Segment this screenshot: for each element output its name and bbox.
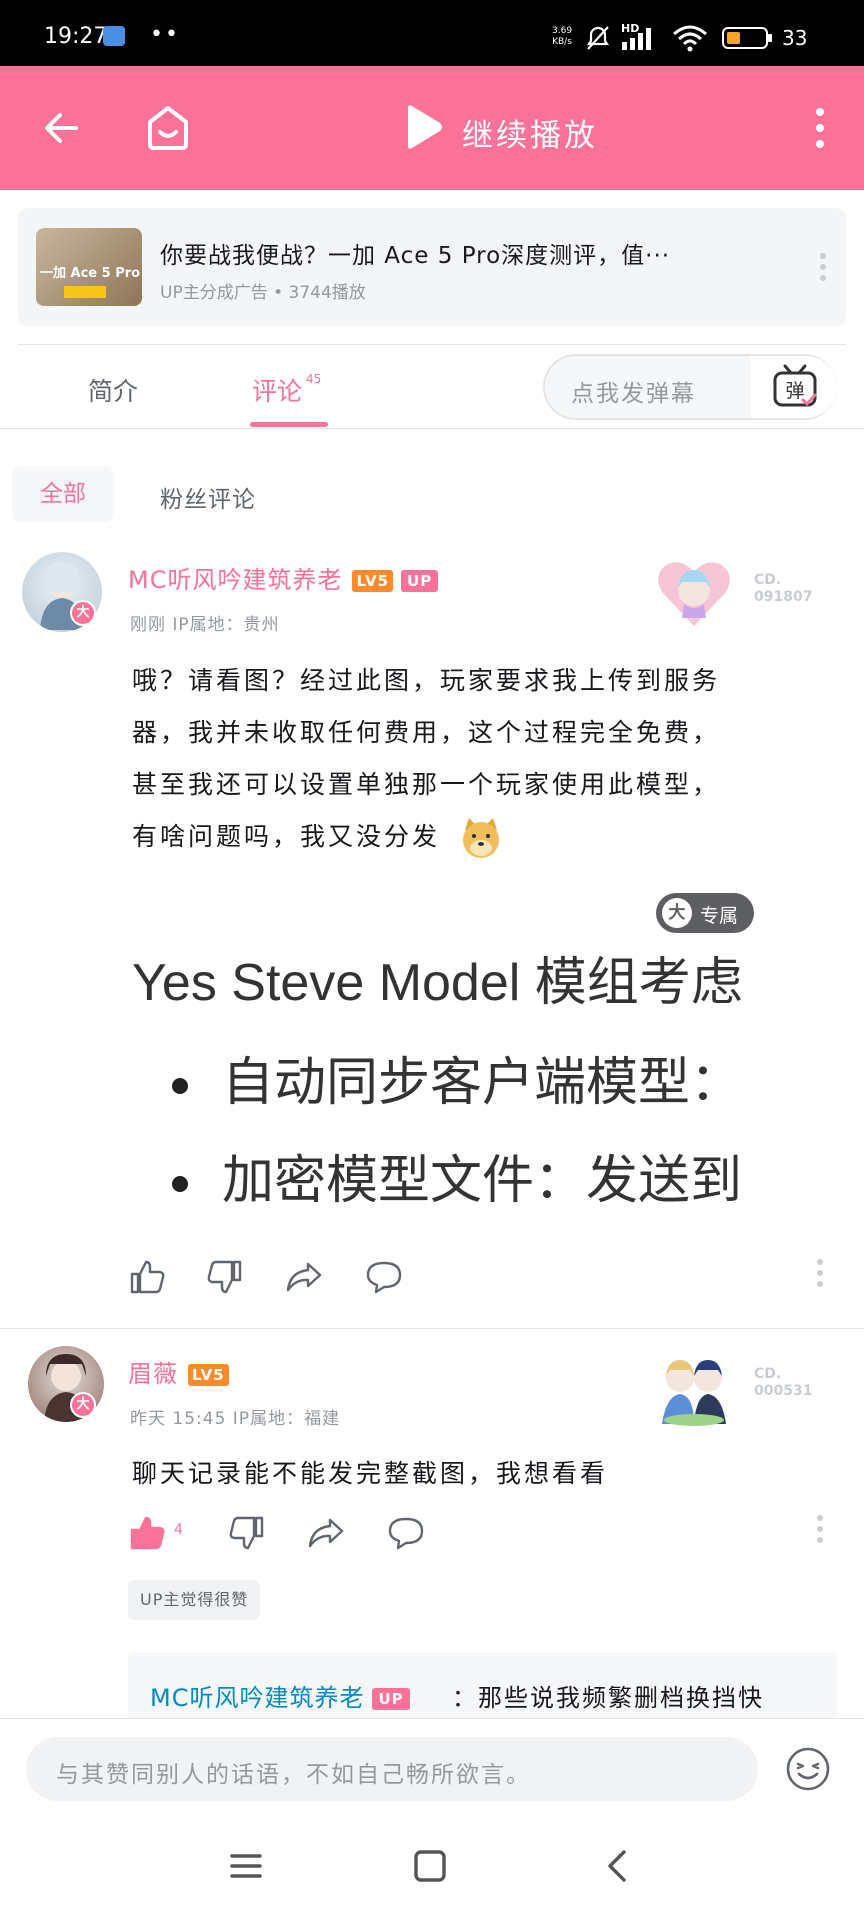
- net-speed: 3.69 KB/s: [552, 26, 573, 47]
- wifi-icon: [673, 25, 707, 52]
- ad-title: 你要战我便战？一加 Ace 5 Pro深度测评，值···: [160, 243, 671, 269]
- battery-icon: [722, 27, 772, 49]
- dislike-icon[interactable]: [206, 1258, 244, 1296]
- up-favored-tag: UP主觉得很赞: [128, 1580, 261, 1620]
- reply-text: ：那些说我频繁删档换挡快: [452, 1684, 764, 1712]
- ad-meta: UP主分成广告 • 3744播放: [160, 283, 366, 303]
- comment-text: 聊天记录能不能发完整截图，我想看看: [132, 1459, 609, 1488]
- level-badge: LV5: [352, 570, 394, 592]
- danmaku-tv-icon: 弹: [773, 364, 817, 407]
- reply-username[interactable]: MC听风吟建筑养老 UP: [150, 1678, 410, 1713]
- comment-meta: 昨天 15:45 IP属地：福建: [130, 1409, 341, 1429]
- reply-icon[interactable]: [364, 1258, 404, 1296]
- danmaku-input[interactable]: 点我发弹幕 弹: [543, 354, 837, 420]
- comment-more-icon[interactable]: [816, 1258, 824, 1288]
- comment-count: 45: [306, 372, 322, 386]
- ad-more-icon[interactable]: [818, 252, 828, 282]
- reply-icon[interactable]: [386, 1514, 426, 1552]
- comment-username[interactable]: 眉薇 LV5: [128, 1354, 229, 1389]
- avatar-badge: 大: [70, 1392, 96, 1418]
- exclusive-badge: 大 专属: [656, 893, 754, 933]
- status-bar: 19:27 •• 3.69 KB/s HD 33: [0, 0, 864, 66]
- ad-card[interactable]: 一加 Ace 5 Pro 你要战我便战？一加 Ace 5 Pro深度测评，值··…: [18, 208, 846, 326]
- liked-icon[interactable]: [128, 1514, 166, 1552]
- more-options-icon[interactable]: [812, 106, 828, 150]
- system-nav-bar: [0, 1818, 864, 1920]
- tab-intro[interactable]: 简介: [88, 372, 138, 408]
- danmaku-tv-char: 弹: [785, 380, 804, 402]
- menu-icon[interactable]: [228, 1848, 264, 1884]
- play-icon[interactable]: [404, 104, 444, 150]
- exclusive-icon: 大: [662, 898, 692, 928]
- emoji-icon[interactable]: [784, 1745, 832, 1793]
- comment-actions: 4: [124, 1514, 844, 1558]
- comment-actions: [124, 1258, 844, 1302]
- danmaku-placeholder: 点我发弹幕: [571, 381, 696, 407]
- dislike-icon[interactable]: [228, 1514, 266, 1552]
- back-arrow-icon[interactable]: [40, 106, 84, 150]
- like-icon[interactable]: [128, 1258, 166, 1296]
- fan-card-image[interactable]: [654, 552, 734, 632]
- comment-input[interactable]: 与其赞同别人的话语，不如自己畅所欲言。: [26, 1737, 758, 1801]
- filter-fans[interactable]: 粉丝评论: [160, 480, 256, 514]
- comment-username[interactable]: MC听风吟建筑养老 LV5 UP: [128, 560, 439, 595]
- divider: [18, 344, 846, 345]
- doge-emoji-icon: [462, 818, 499, 858]
- comment-input-placeholder: 与其赞同别人的话语，不如自己畅所欲言。: [56, 1762, 531, 1788]
- continue-playing-button[interactable]: 继续播放: [462, 110, 598, 155]
- comment-text: 哦？请看图？经过此图，玩家要求我上传到服务 器，我并未收取任何费用，这个过程完全…: [132, 655, 720, 863]
- danmaku-toggle-button[interactable]: 弹: [751, 356, 837, 418]
- divider: [0, 1328, 864, 1329]
- mute-bell-icon: [586, 26, 610, 50]
- level-badge: LV5: [188, 1364, 229, 1386]
- share-icon[interactable]: [306, 1514, 346, 1552]
- divider: [0, 428, 864, 429]
- comment-more-icon[interactable]: [816, 1514, 824, 1544]
- fan-number: CD. 000531: [754, 1366, 813, 1399]
- tab-comments[interactable]: 评论 45: [252, 372, 321, 408]
- home-icon[interactable]: [144, 102, 192, 152]
- share-icon[interactable]: [284, 1258, 324, 1296]
- comment-meta: 刚刚 IP属地：贵州: [130, 615, 280, 635]
- avatar-badge: 大: [70, 600, 96, 626]
- battery-level: 33: [782, 26, 808, 50]
- comment-input-bar: 与其赞同别人的话语，不如自己畅所欲言。: [0, 1718, 864, 1818]
- tab-indicator: [250, 422, 328, 427]
- home-square-icon[interactable]: [412, 1848, 448, 1884]
- signal-icon: [622, 28, 651, 50]
- like-count: 4: [174, 1522, 183, 1538]
- up-badge: UP: [372, 1688, 410, 1710]
- comment-image[interactable]: Yes Steve Model 模组考虑 自动同步客户端模型： 加密模型文件：发…: [132, 878, 760, 1234]
- more-notifications-icon: ••: [150, 22, 180, 47]
- up-badge: UP: [401, 570, 439, 592]
- fan-number: CD. 091807: [754, 572, 813, 605]
- ad-thumbnail[interactable]: 一加 Ace 5 Pro: [36, 228, 142, 306]
- calendar-app-icon: [103, 26, 125, 46]
- status-time: 19:27: [44, 24, 108, 49]
- filter-all[interactable]: 全部: [12, 466, 114, 522]
- back-chevron-icon[interactable]: [600, 1848, 636, 1884]
- video-header: 继续播放: [0, 66, 864, 190]
- fan-card-image[interactable]: [652, 1348, 736, 1428]
